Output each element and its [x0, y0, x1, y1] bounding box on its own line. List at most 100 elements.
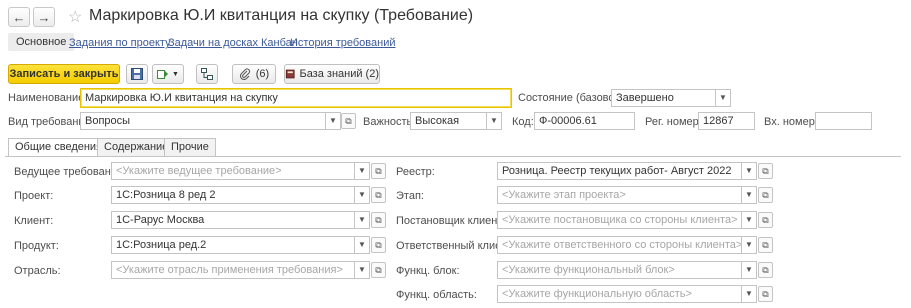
chevron-down-icon[interactable]: ▼ [741, 262, 756, 278]
open-icon: ⧉ [375, 239, 382, 250]
in-number-field[interactable] [815, 112, 872, 130]
chevron-down-icon[interactable]: ▼ [354, 237, 369, 253]
open-icon: ⧉ [762, 239, 769, 250]
client-open-button[interactable]: ⧉ [371, 212, 386, 228]
open-icon: ⧉ [375, 165, 382, 176]
client-responsible-placeholder: <Укажите ответственного со стороны клиен… [502, 239, 743, 251]
open-icon: ⧉ [762, 165, 769, 176]
attachments-button[interactable]: (6) [232, 64, 276, 84]
product-value: 1С:Розница ред.2 [116, 239, 207, 251]
forward-button[interactable]: → [33, 7, 55, 27]
nav-tab-main[interactable]: Основное [8, 33, 75, 51]
product-open-button[interactable]: ⧉ [371, 237, 386, 253]
project-select[interactable]: 1С:Розница 8 ред 2 ▼ [111, 186, 370, 204]
tab-other[interactable]: Прочие [164, 138, 216, 156]
back-button[interactable]: ← [8, 7, 30, 27]
client-setter-open-button[interactable]: ⧉ [758, 212, 773, 228]
structure-button[interactable] [196, 64, 218, 84]
importance-label: Важность: [363, 116, 416, 128]
chevron-down-icon[interactable]: ▼ [354, 212, 369, 228]
func-block-placeholder: <Укажите функциональный блок> [502, 264, 675, 276]
func-block-open-button[interactable]: ⧉ [758, 262, 773, 278]
chevron-down-icon[interactable]: ▼ [741, 187, 756, 203]
open-icon: ⧉ [762, 264, 769, 275]
chevron-down-icon[interactable]: ▼ [486, 113, 501, 129]
open-icon: ⧉ [762, 214, 769, 225]
importance-select[interactable]: Высокая ▼ [410, 112, 502, 130]
func-area-select[interactable]: <Укажите функциональную область> ▼ [497, 285, 757, 303]
client-setter-select[interactable]: <Укажите постановщика со стороны клиента… [497, 211, 757, 229]
client-value: 1С-Рарус Москва [116, 214, 205, 226]
save-button[interactable] [126, 64, 148, 84]
client-responsible-open-button[interactable]: ⧉ [758, 237, 773, 253]
tab-general[interactable]: Общие сведения [8, 138, 110, 157]
knowledge-base-button[interactable]: База знаний (2) [284, 64, 380, 84]
lead-requirement-placeholder: <Укажите ведущее требование> [116, 165, 282, 177]
reg-number-label: Рег. номер: [645, 116, 702, 128]
client-label: Клиент: [14, 215, 54, 227]
project-value: 1С:Розница 8 ред 2 [116, 189, 216, 201]
open-icon: ⧉ [345, 115, 352, 126]
type-value: Вопросы [85, 115, 131, 127]
stage-placeholder: <Укажите этап проекта> [502, 189, 626, 201]
chevron-down-icon[interactable]: ▼ [741, 212, 756, 228]
nav-tab-kanban-tasks[interactable]: Задачи на досках Канбан [168, 37, 298, 49]
industry-label: Отрасль: [14, 265, 61, 277]
create-based-on-button[interactable]: ▼ [152, 64, 184, 84]
name-input[interactable]: Маркировка Ю.И квитанция на скупку [80, 88, 512, 108]
paperclip-icon [239, 68, 250, 80]
project-open-button[interactable]: ⧉ [371, 187, 386, 203]
registry-open-button[interactable]: ⧉ [758, 163, 773, 179]
industry-select[interactable]: <Укажите отрасль применения требования> … [111, 261, 370, 279]
chevron-down-icon[interactable]: ▼ [325, 113, 340, 129]
code-label: Код: [512, 116, 534, 128]
open-icon: ⧉ [762, 189, 769, 200]
attachments-count: (6) [255, 68, 270, 80]
knowledge-base-label: База знаний (2) [299, 68, 379, 80]
client-responsible-select[interactable]: <Укажите ответственного со стороны клиен… [497, 236, 757, 254]
chevron-down-icon[interactable]: ▼ [741, 237, 756, 253]
product-label: Продукт: [14, 240, 59, 252]
func-block-select[interactable]: <Укажите функциональный блок> ▼ [497, 261, 757, 279]
chevron-down-icon[interactable]: ▼ [354, 163, 369, 179]
page-title: Маркировка Ю.И квитанция на скупку (Треб… [89, 7, 474, 24]
nav-tab-project-tasks[interactable]: Задания по проекту [69, 37, 171, 49]
product-select[interactable]: 1С:Розница ред.2 ▼ [111, 236, 370, 254]
chevron-down-icon[interactable]: ▼ [741, 163, 756, 179]
registry-select[interactable]: Розница. Реестр текущих работ- Август 20… [497, 162, 757, 180]
chevron-down-icon[interactable]: ▼ [354, 262, 369, 278]
client-setter-placeholder: <Укажите постановщика со стороны клиента… [502, 214, 738, 226]
chevron-down-icon[interactable]: ▼ [741, 286, 756, 302]
floppy-icon [131, 68, 143, 80]
save-close-button[interactable]: Записать и закрыть [8, 64, 120, 84]
type-select[interactable]: Вопросы ▼ [80, 112, 341, 130]
create-based-on-icon [157, 70, 169, 79]
favorite-star-icon[interactable]: ☆ [68, 7, 82, 27]
open-icon: ⧉ [375, 264, 382, 275]
func-area-label: Функц. область: [396, 289, 477, 301]
type-open-button[interactable]: ⧉ [341, 113, 356, 129]
lead-requirement-select[interactable]: <Укажите ведущее требование> ▼ [111, 162, 370, 180]
client-select[interactable]: 1С-Рарус Москва ▼ [111, 211, 370, 229]
state-value: Завершено [616, 92, 674, 104]
reg-number-field[interactable]: 12867 [698, 112, 755, 130]
stage-select[interactable]: <Укажите этап проекта> ▼ [497, 186, 757, 204]
stage-label: Этап: [396, 190, 424, 202]
state-select[interactable]: Завершено ▼ [611, 89, 731, 107]
chevron-down-icon[interactable]: ▼ [715, 90, 730, 106]
open-icon: ⧉ [375, 214, 382, 225]
lead-requirement-open-button[interactable]: ⧉ [371, 163, 386, 179]
chevron-down-icon[interactable]: ▼ [354, 187, 369, 203]
name-label: Наименование: [8, 92, 88, 104]
industry-placeholder: <Укажите отрасль применения требования> [116, 264, 343, 276]
stage-open-button[interactable]: ⧉ [758, 187, 773, 203]
registry-value: Розница. Реестр текущих работ- Август 20… [502, 165, 732, 177]
code-field[interactable]: Ф-00006.61 [534, 112, 635, 130]
arrow-left-icon: ← [12, 9, 26, 25]
lead-requirement-label: Ведущее требование: [14, 166, 127, 178]
nav-tab-history[interactable]: История требований [290, 37, 395, 49]
structure-icon [201, 68, 213, 80]
tab-divider [5, 156, 901, 157]
func-area-open-button[interactable]: ⧉ [758, 286, 773, 302]
industry-open-button[interactable]: ⧉ [371, 262, 386, 278]
